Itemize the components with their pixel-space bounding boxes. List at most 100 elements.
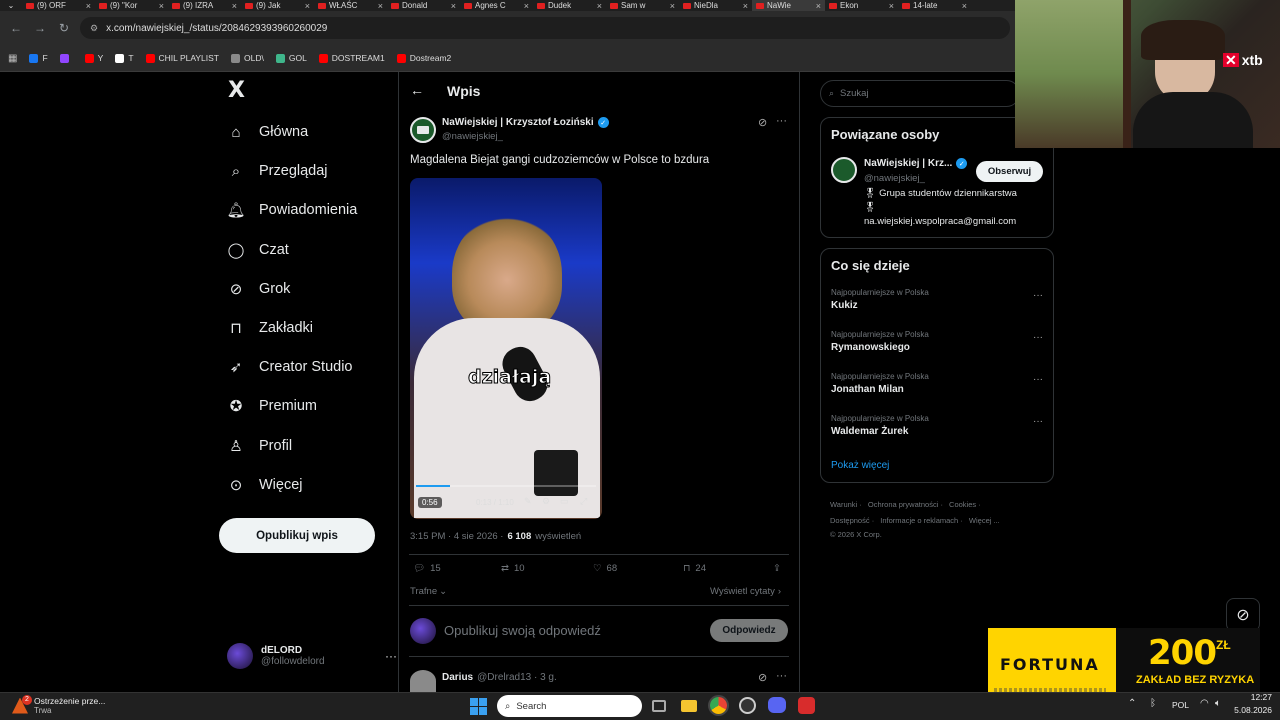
sidebar-item-więcej[interactable]: ⊙ Więcej (227, 473, 303, 497)
settings-icon[interactable]: ⚙ (542, 496, 550, 507)
author-avatar[interactable] (831, 157, 857, 183)
author-handle[interactable]: @nawiejskiej_ (442, 131, 503, 142)
footer-more[interactable]: Więcej ... (969, 516, 1000, 525)
tab-list-dropdown[interactable]: ⌄ (0, 0, 22, 11)
bookmark-item[interactable]: GOL (275, 53, 307, 63)
close-icon[interactable]: × (86, 1, 91, 11)
browser-tab[interactable]: Agnes C × (460, 0, 533, 11)
close-icon[interactable]: × (889, 1, 894, 11)
start-button[interactable] (470, 698, 487, 715)
footer-terms[interactable]: Warunki (830, 500, 857, 509)
close-icon[interactable]: × (451, 1, 456, 11)
trend-item[interactable]: Najpopularniejsze w Polska Jonathan Milan… (831, 372, 1045, 404)
close-icon[interactable]: × (378, 1, 383, 11)
grok-floating-button[interactable]: ⊘ (1226, 598, 1260, 632)
like-action[interactable]: ♡ 68 (593, 563, 617, 574)
share-icon[interactable]: ⇪ (773, 563, 781, 574)
footer-cookies[interactable]: Cookies (949, 500, 976, 509)
more-dots-icon[interactable]: ··· (776, 115, 787, 127)
video-player[interactable]: działają 0:56 0:13 / 1:10 ✎ ⚙ ▭ ⤢ (410, 178, 602, 519)
post-timestamp[interactable]: 3:15 PM · 4 sie 2026 · (410, 531, 503, 542)
close-icon[interactable]: × (670, 1, 675, 11)
address-bar[interactable]: ⚙ x.com/nawiejskiej_/status/208462939396… (80, 17, 1010, 39)
follow-button[interactable]: Obserwuj (976, 161, 1043, 182)
language-indicator[interactable]: POL (1172, 700, 1189, 710)
apps-grid-icon[interactable]: ▦ (8, 53, 17, 64)
bookmark-item[interactable]: T (115, 53, 134, 63)
mute-icon[interactable]: ✎ (524, 496, 532, 507)
site-settings-icon[interactable]: ⚙ (90, 23, 98, 34)
browser-tab[interactable]: (9) ORF × (22, 0, 95, 11)
discord-icon[interactable] (768, 697, 786, 713)
back-arrow-icon[interactable]: ← (410, 82, 424, 98)
author-name[interactable]: NaWiejskiej | Krzysztof Łoziński (442, 117, 594, 128)
close-icon[interactable]: × (232, 1, 237, 11)
bookmark-item[interactable]: Y (84, 53, 103, 63)
more-dots-icon[interactable]: ··· (776, 670, 787, 682)
footer-privacy[interactable]: Ochrona prywatności (868, 500, 938, 509)
x-logo[interactable]: X (228, 78, 245, 103)
more-dots-icon[interactable]: ··· (1033, 332, 1043, 343)
sidebar-item-główna[interactable]: ⌂ Główna (227, 120, 308, 144)
app-icon[interactable] (798, 697, 815, 714)
sort-dropdown[interactable]: Trafne ⌄ (410, 586, 447, 597)
close-icon[interactable]: × (159, 1, 164, 11)
repost-action[interactable]: ⇄ 10 (501, 563, 525, 574)
close-icon[interactable]: × (524, 1, 529, 11)
sidebar-item-profil[interactable]: ♙ Profil (227, 434, 292, 458)
more-dots-icon[interactable]: ··· (1033, 416, 1043, 427)
chrome-icon[interactable] (710, 697, 727, 714)
browser-tab[interactable]: 14-late × (898, 0, 971, 11)
author-avatar[interactable] (410, 117, 436, 143)
trend-item[interactable]: Najpopularniejsze w Polska Waldemar Żurek… (831, 414, 1045, 446)
video-progress-bar[interactable] (416, 485, 596, 487)
related-handle[interactable]: @nawiejskiej_ (864, 173, 925, 184)
sidebar-item-zakładki[interactable]: ⊓ Zakładki (227, 316, 313, 340)
bookmark-item[interactable]: Dostream2 (396, 53, 451, 63)
wifi-icon[interactable]: ◠ (1200, 698, 1209, 709)
bookmark-item[interactable]: DOSTREAM1 (318, 53, 385, 63)
fullscreen-icon[interactable]: ⤢ (580, 496, 587, 507)
close-icon[interactable]: × (962, 1, 967, 11)
reply-author-name[interactable]: Darius (442, 672, 473, 683)
reply-author-handle[interactable]: @Drelrad13 · 3 g. (477, 672, 557, 683)
footer-ads-info[interactable]: Informacje o reklamach (880, 516, 958, 525)
browser-tab[interactable]: WŁAŚC × (314, 0, 387, 11)
bookmark-item[interactable]: OLD\ (231, 53, 264, 63)
trend-item[interactable]: Najpopularniejsze w Polska Rymanowskiego ·… (831, 330, 1045, 362)
show-more-link[interactable]: Pokaż więcej (831, 460, 889, 471)
file-explorer-icon[interactable] (681, 700, 697, 712)
browser-tab[interactable]: (9) Jak × (241, 0, 314, 11)
browser-tab[interactable]: Dudek × (533, 0, 606, 11)
sidebar-item-powiadomienia[interactable]: 🔔︎ Powiadomienia (226, 198, 357, 222)
reload-icon[interactable]: ↻ (56, 21, 72, 35)
sidebar-item-creator-studio[interactable]: ➶ Creator Studio (227, 355, 353, 379)
taskbar-search[interactable]: ⌕ Search (497, 695, 642, 717)
sidebar-item-premium[interactable]: ✪ Premium (227, 394, 317, 418)
trend-item[interactable]: Najpopularniejsze w Polska Kukiz ··· (831, 288, 1045, 320)
grok-icon[interactable]: ⊘ (758, 671, 767, 684)
more-dots-icon[interactable]: ··· (1033, 374, 1043, 385)
volume-icon[interactable]: 🔈︎ (1215, 698, 1221, 709)
publish-post-button[interactable]: Opublikuj wpis (219, 518, 375, 553)
avatar[interactable] (410, 670, 436, 692)
close-icon[interactable]: × (743, 1, 748, 11)
close-icon[interactable]: × (305, 1, 310, 11)
back-arrow-icon[interactable]: ← (8, 21, 24, 35)
close-icon[interactable]: × (597, 1, 602, 11)
reply-button[interactable]: Odpowiedz (710, 619, 788, 642)
browser-tab[interactable]: NaWie × (752, 0, 825, 11)
bookmark-item[interactable] (59, 53, 73, 63)
task-view-icon[interactable] (652, 700, 666, 712)
notification-widget[interactable]: 2 Ostrzeżenie prze... Trwa (12, 694, 105, 715)
sidebar-item-grok[interactable]: ⊘ Grok (227, 277, 291, 301)
picture-in-picture-icon[interactable]: ▭ (560, 496, 569, 507)
tray-bluetooth-icon[interactable]: ᛒ (1150, 698, 1156, 709)
reply-action[interactable]: 💬︎ 15 (413, 563, 441, 574)
tray-chevron-icon[interactable]: ⌃ (1128, 698, 1136, 709)
view-quotes-link[interactable]: Wyświetl cytaty › (710, 586, 781, 597)
forward-arrow-icon[interactable]: → (32, 21, 48, 35)
bookmark-item[interactable]: F (29, 53, 48, 63)
close-icon[interactable]: × (816, 1, 821, 11)
bookmark-action[interactable]: ⊓ 24 (683, 563, 706, 574)
